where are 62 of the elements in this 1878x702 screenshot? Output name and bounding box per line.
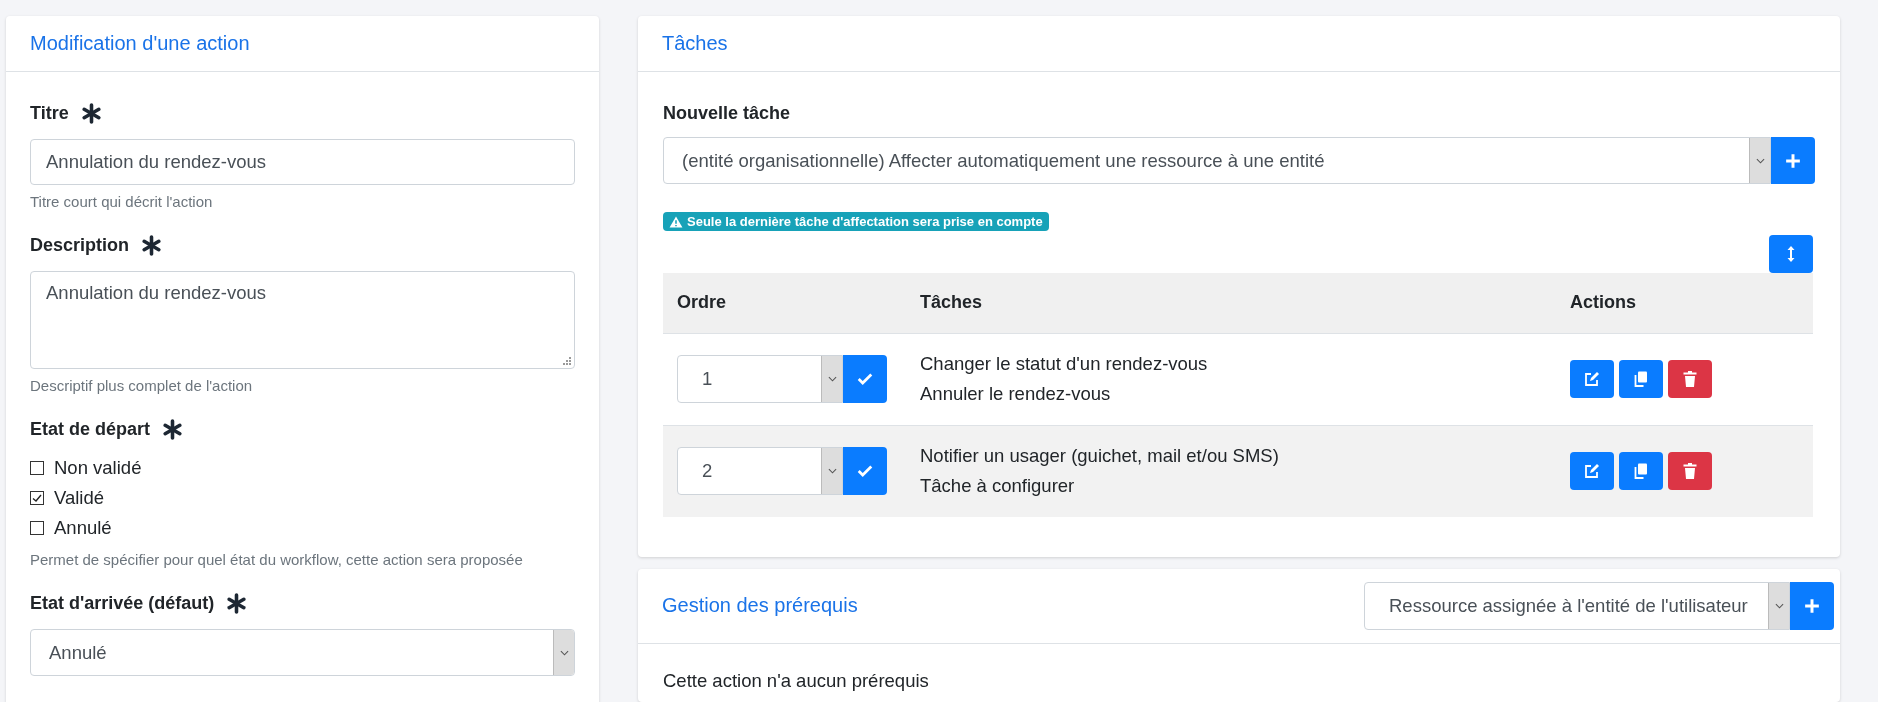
vertical-arrows-icon [1786, 244, 1796, 263]
sort-button[interactable] [1769, 234, 1813, 273]
empty-message: Cette action n'a aucun prérequis [663, 669, 929, 691]
check-icon [857, 463, 873, 479]
task-text: Tâche à configurer [920, 475, 1076, 497]
trash-icon [1682, 371, 1698, 387]
edit-button[interactable] [1570, 452, 1614, 490]
column-header: Tâches [920, 292, 984, 313]
card-title: Modification d'une action [30, 32, 250, 55]
trash-icon [1682, 463, 1698, 479]
edit-icon [1584, 463, 1600, 479]
field-label: Etat d'arrivée (défaut) [30, 592, 215, 614]
plus-icon [1804, 597, 1820, 614]
caret-icon [559, 649, 569, 656]
check-icon [857, 371, 873, 387]
caret-icon [1774, 602, 1784, 609]
column-header: Ordre [676, 292, 728, 313]
help-text: Permet de spécifier pour quel état du workflow, cette action sera proposée [30, 551, 524, 568]
copy-button[interactable] [1619, 360, 1663, 398]
field-label: Titre [30, 102, 69, 124]
help-text: Descriptif plus complet de l'action [30, 377, 254, 394]
checkbox-label[interactable]: Validé [54, 487, 105, 509]
checkbox-label[interactable]: Annulé [54, 517, 112, 539]
field-label: Etat de départ [30, 418, 151, 440]
help-text: Titre court qui décrit l'action [30, 193, 214, 210]
delete-button[interactable] [1668, 360, 1712, 398]
task-text: Notifier un usager (guichet, mail et/ou SMS) [920, 445, 1280, 467]
order-select[interactable]: 2 [677, 447, 843, 495]
prerequisite-select[interactable]: Ressource assignée à l'entité de l'utilisateur [1364, 581, 1790, 630]
confirm-button[interactable] [843, 355, 887, 403]
delete-button[interactable] [1668, 452, 1712, 490]
warning-badge: Seule la dernière tâche d'affectation sera prise en compte [663, 212, 1049, 231]
caret-icon [1755, 157, 1765, 164]
copy-icon [1633, 463, 1649, 479]
plus-icon [1785, 152, 1801, 169]
column-header: Actions [1570, 292, 1637, 313]
copy-icon [1633, 371, 1649, 387]
checkbox-label[interactable]: Non validé [54, 457, 142, 479]
edit-icon [1584, 371, 1600, 387]
warning-icon [669, 215, 683, 228]
description-textarea[interactable]: Annulation du rendez-vous [30, 271, 575, 369]
task-select[interactable]: (entité organisationnelle) Affecter automatiquement une ressource à une entité [663, 137, 1771, 184]
checkbox[interactable] [30, 491, 44, 505]
copy-button[interactable] [1619, 452, 1663, 490]
add-button[interactable] [1790, 581, 1834, 630]
card-title: Gestion des prérequis [662, 594, 858, 617]
checkbox[interactable] [30, 521, 44, 535]
add-button[interactable] [1771, 137, 1815, 184]
caret-icon [827, 468, 837, 474]
field-label: Description [30, 234, 130, 256]
confirm-button[interactable] [843, 447, 887, 495]
task-text: Annuler le rendez-vous [920, 383, 1112, 405]
field-label: Nouvelle tâche [663, 102, 791, 124]
order-select[interactable]: 1 [677, 355, 843, 403]
title-input[interactable]: Annulation du rendez-vous [30, 139, 575, 185]
card-title: Tâches [662, 32, 728, 55]
resize-grip-icon[interactable] [563, 357, 571, 365]
checkbox[interactable] [30, 461, 44, 475]
caret-icon [827, 376, 837, 382]
state-select[interactable]: Annulé [30, 629, 575, 676]
task-text: Changer le statut d'un rendez-vous [920, 353, 1209, 375]
edit-button[interactable] [1570, 360, 1614, 398]
